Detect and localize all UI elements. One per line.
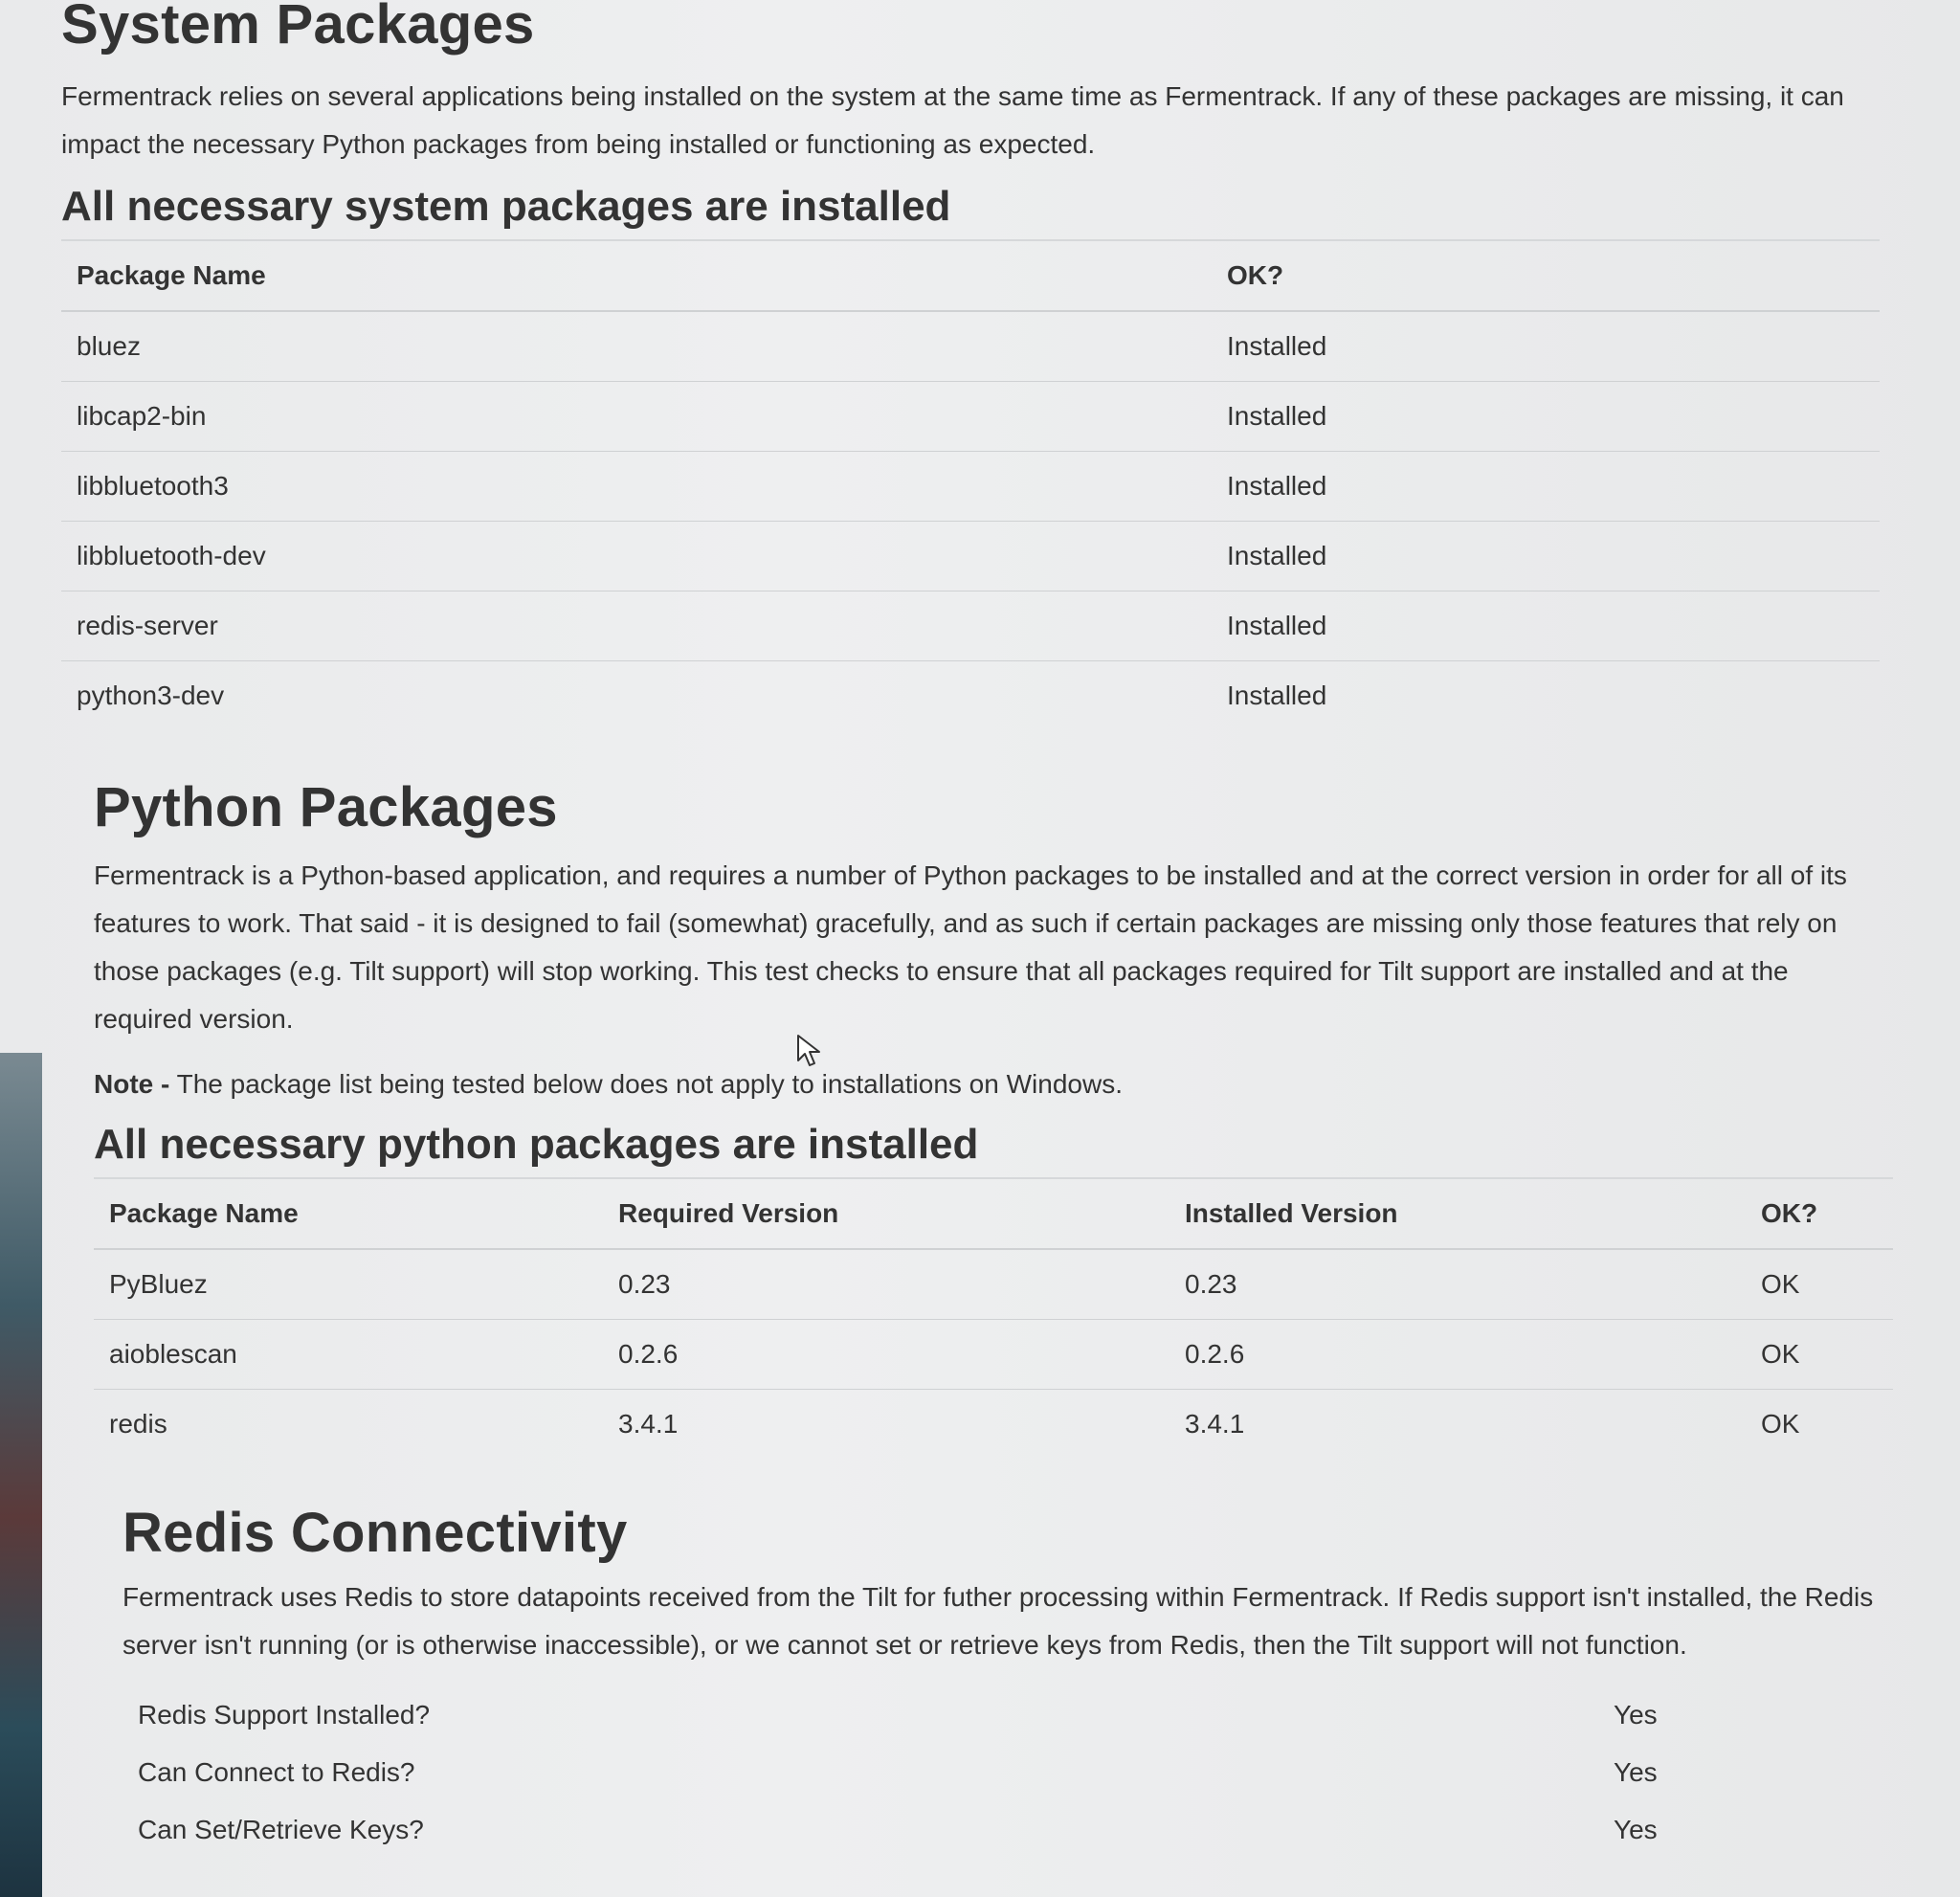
required-version: 0.23 <box>603 1248 1169 1320</box>
package-ok: OK <box>1746 1248 1893 1320</box>
python-packages-section: Python Packages Fermentrack is a Python-… <box>94 776 1893 1460</box>
python-packages-note: Note - The package list being tested bel… <box>94 1060 1893 1108</box>
table-row: redis 3.4.1 3.4.1 OK <box>94 1389 1893 1460</box>
package-ok: OK <box>1746 1389 1893 1460</box>
redis-check-value: Yes <box>1614 1814 1658 1844</box>
required-version: 0.2.6 <box>603 1319 1169 1390</box>
redis-check-row: Redis Support Installed? Yes <box>122 1686 1903 1744</box>
note-label: Note - <box>94 1068 170 1099</box>
mouse-pointer-icon <box>797 1035 820 1066</box>
column-header-required-version: Required Version <box>603 1179 1169 1251</box>
package-status: Installed <box>1212 521 1880 591</box>
table-row: bluez Installed <box>61 310 1880 382</box>
package-name: libbluetooth3 <box>61 451 1212 522</box>
package-status: Installed <box>1212 660 1880 731</box>
system-packages-table: Package Name OK? bluez Installed libcap2… <box>61 241 1880 731</box>
column-header-package-name: Package Name <box>94 1179 603 1251</box>
redis-check-value: Yes <box>1614 1699 1658 1730</box>
installed-version: 0.23 <box>1169 1248 1746 1320</box>
python-packages-description: Fermentrack is a Python-based applicatio… <box>94 859 1847 1034</box>
table-row: PyBluez 0.23 0.23 OK <box>94 1248 1893 1320</box>
package-status: Installed <box>1212 591 1880 661</box>
redis-check-value: Yes <box>1614 1756 1658 1787</box>
package-name: libbluetooth-dev <box>61 521 1212 591</box>
page: System Packages Fermentrack relies on se… <box>0 0 1960 1897</box>
package-ok: OK <box>1746 1319 1893 1390</box>
package-name: PyBluez <box>94 1248 603 1320</box>
screen-edge-background <box>0 1053 42 1897</box>
system-packages-section: System Packages Fermentrack relies on se… <box>61 0 1880 731</box>
column-header-installed-version: Installed Version <box>1169 1179 1746 1251</box>
table-row: python3-dev Installed <box>61 660 1880 731</box>
redis-section: Redis Connectivity Fermentrack uses Redi… <box>122 1503 1893 1859</box>
python-packages-table: Package Name Required Version Installed … <box>94 1179 1893 1460</box>
table-row: redis-server Installed <box>61 591 1880 661</box>
package-name: redis-server <box>61 591 1212 661</box>
python-packages-status: All necessary python packages are instal… <box>94 1121 1893 1180</box>
table-row: libbluetooth-dev Installed <box>61 521 1880 591</box>
package-name: redis <box>94 1389 603 1460</box>
package-name: bluez <box>61 310 1212 382</box>
installed-version: 0.2.6 <box>1169 1319 1746 1390</box>
installed-version: 3.4.1 <box>1169 1389 1746 1460</box>
package-status: Installed <box>1212 381 1880 452</box>
redis-check-row: Can Set/Retrieve Keys? Yes <box>122 1801 1903 1859</box>
system-packages-status: All necessary system packages are instal… <box>61 183 1880 242</box>
package-name: python3-dev <box>61 660 1212 731</box>
table-row: libcap2-bin Installed <box>61 381 1880 452</box>
required-version: 3.4.1 <box>603 1389 1169 1460</box>
redis-check-row: Can Connect to Redis? Yes <box>122 1744 1903 1801</box>
column-header-ok: OK? <box>1212 241 1880 313</box>
redis-check-label: Can Connect to Redis? <box>138 1756 415 1787</box>
note-text: The package list being tested below does… <box>169 1068 1123 1099</box>
column-header-ok: OK? <box>1746 1179 1893 1251</box>
table-header-row: Package Name OK? <box>61 241 1880 313</box>
redis-checks-table: Redis Support Installed? Yes Can Connect… <box>122 1686 1903 1859</box>
redis-title: Redis Connectivity <box>122 1502 628 1564</box>
redis-check-label: Redis Support Installed? <box>138 1699 431 1730</box>
table-row: aioblescan 0.2.6 0.2.6 OK <box>94 1319 1893 1390</box>
package-name: libcap2-bin <box>61 381 1212 452</box>
system-packages-description: Fermentrack relies on several applicatio… <box>61 80 1844 159</box>
column-header-package-name: Package Name <box>61 241 1212 313</box>
redis-description: Fermentrack uses Redis to store datapoin… <box>122 1581 1874 1660</box>
python-packages-title: Python Packages <box>94 776 558 838</box>
redis-check-label: Can Set/Retrieve Keys? <box>138 1814 424 1844</box>
table-header-row: Package Name Required Version Installed … <box>94 1179 1893 1251</box>
package-status: Installed <box>1212 451 1880 522</box>
package-status: Installed <box>1212 310 1880 382</box>
system-packages-title: System Packages <box>61 0 535 56</box>
table-row: libbluetooth3 Installed <box>61 451 1880 522</box>
package-name: aioblescan <box>94 1319 603 1390</box>
